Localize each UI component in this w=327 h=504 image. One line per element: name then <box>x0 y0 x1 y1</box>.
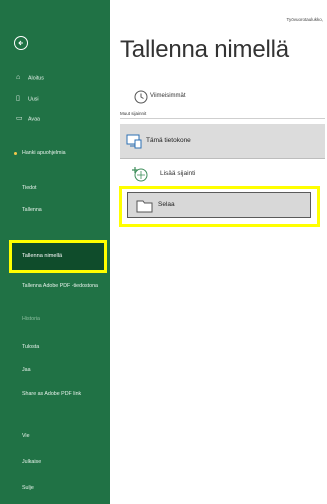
sidebar-item-print[interactable]: Tulosta <box>22 344 104 351</box>
sidebar-item-share[interactable]: Jaa <box>22 367 104 374</box>
browse-button[interactable]: Selaa <box>127 192 311 218</box>
sidebar-item-new[interactable]: ▯ Uusi <box>16 95 39 102</box>
back-arrow-icon[interactable] <box>14 36 28 50</box>
sidebar-item-publish[interactable]: Julkaise <box>22 459 104 466</box>
sidebar-item-close[interactable]: Sulje <box>22 485 104 492</box>
backstage-sidebar: ⌂ Aloitus ▯ Uusi ▭ Avaa Hanki apuohjelmia T… <box>0 0 110 504</box>
folder-icon <box>136 200 153 213</box>
sidebar-item-home[interactable]: ⌂ Aloitus <box>16 74 44 81</box>
sidebar-item-save[interactable]: Tallenna <box>22 207 104 214</box>
sidebar-item-open[interactable]: ▭ Avaa <box>16 115 40 122</box>
sidebar-item-history: Historia <box>22 316 40 322</box>
browse-label: Selaa <box>158 201 175 208</box>
open-folder-icon: ▭ <box>16 115 23 122</box>
sidebar-item-save-as[interactable]: Tallenna nimellä <box>9 240 107 273</box>
sidebar-item-info[interactable]: Tiedot <box>22 185 104 192</box>
document-title: Työvuorotaulukko, <box>286 17 323 22</box>
recent-label: Viimeisimmät <box>150 93 186 99</box>
highlight-dot <box>14 152 17 155</box>
page-title: Tallenna nimellä <box>120 36 289 63</box>
section-divider <box>120 118 325 119</box>
sidebar-item-export[interactable]: Vie <box>22 433 104 440</box>
location-add-place[interactable]: Lisää sijainti <box>120 163 325 185</box>
section-header-other-locations: Muut sijainnit <box>120 111 147 116</box>
computer-icon <box>126 134 142 149</box>
location-label: Lisää sijainti <box>160 170 196 177</box>
sidebar-item-share-adobe-link[interactable]: Share as Adobe PDF link <box>22 391 104 398</box>
clock-icon <box>134 90 148 104</box>
recent-locations-item[interactable]: Viimeisimmät <box>130 88 310 106</box>
location-this-pc[interactable]: Tämä tietokone <box>120 124 325 159</box>
add-location-icon <box>132 167 148 182</box>
sidebar-item-get-addins[interactable]: Hanki apuohjelmia <box>22 150 104 157</box>
sidebar-item-label: Tallenna nimellä <box>22 253 63 259</box>
location-label: Tämä tietokone <box>146 137 191 144</box>
new-document-icon: ▯ <box>16 95 20 102</box>
home-icon: ⌂ <box>16 74 21 81</box>
sidebar-item-save-adobe-pdf[interactable]: Tallenna Adobe PDF -tiedostona <box>22 283 104 290</box>
